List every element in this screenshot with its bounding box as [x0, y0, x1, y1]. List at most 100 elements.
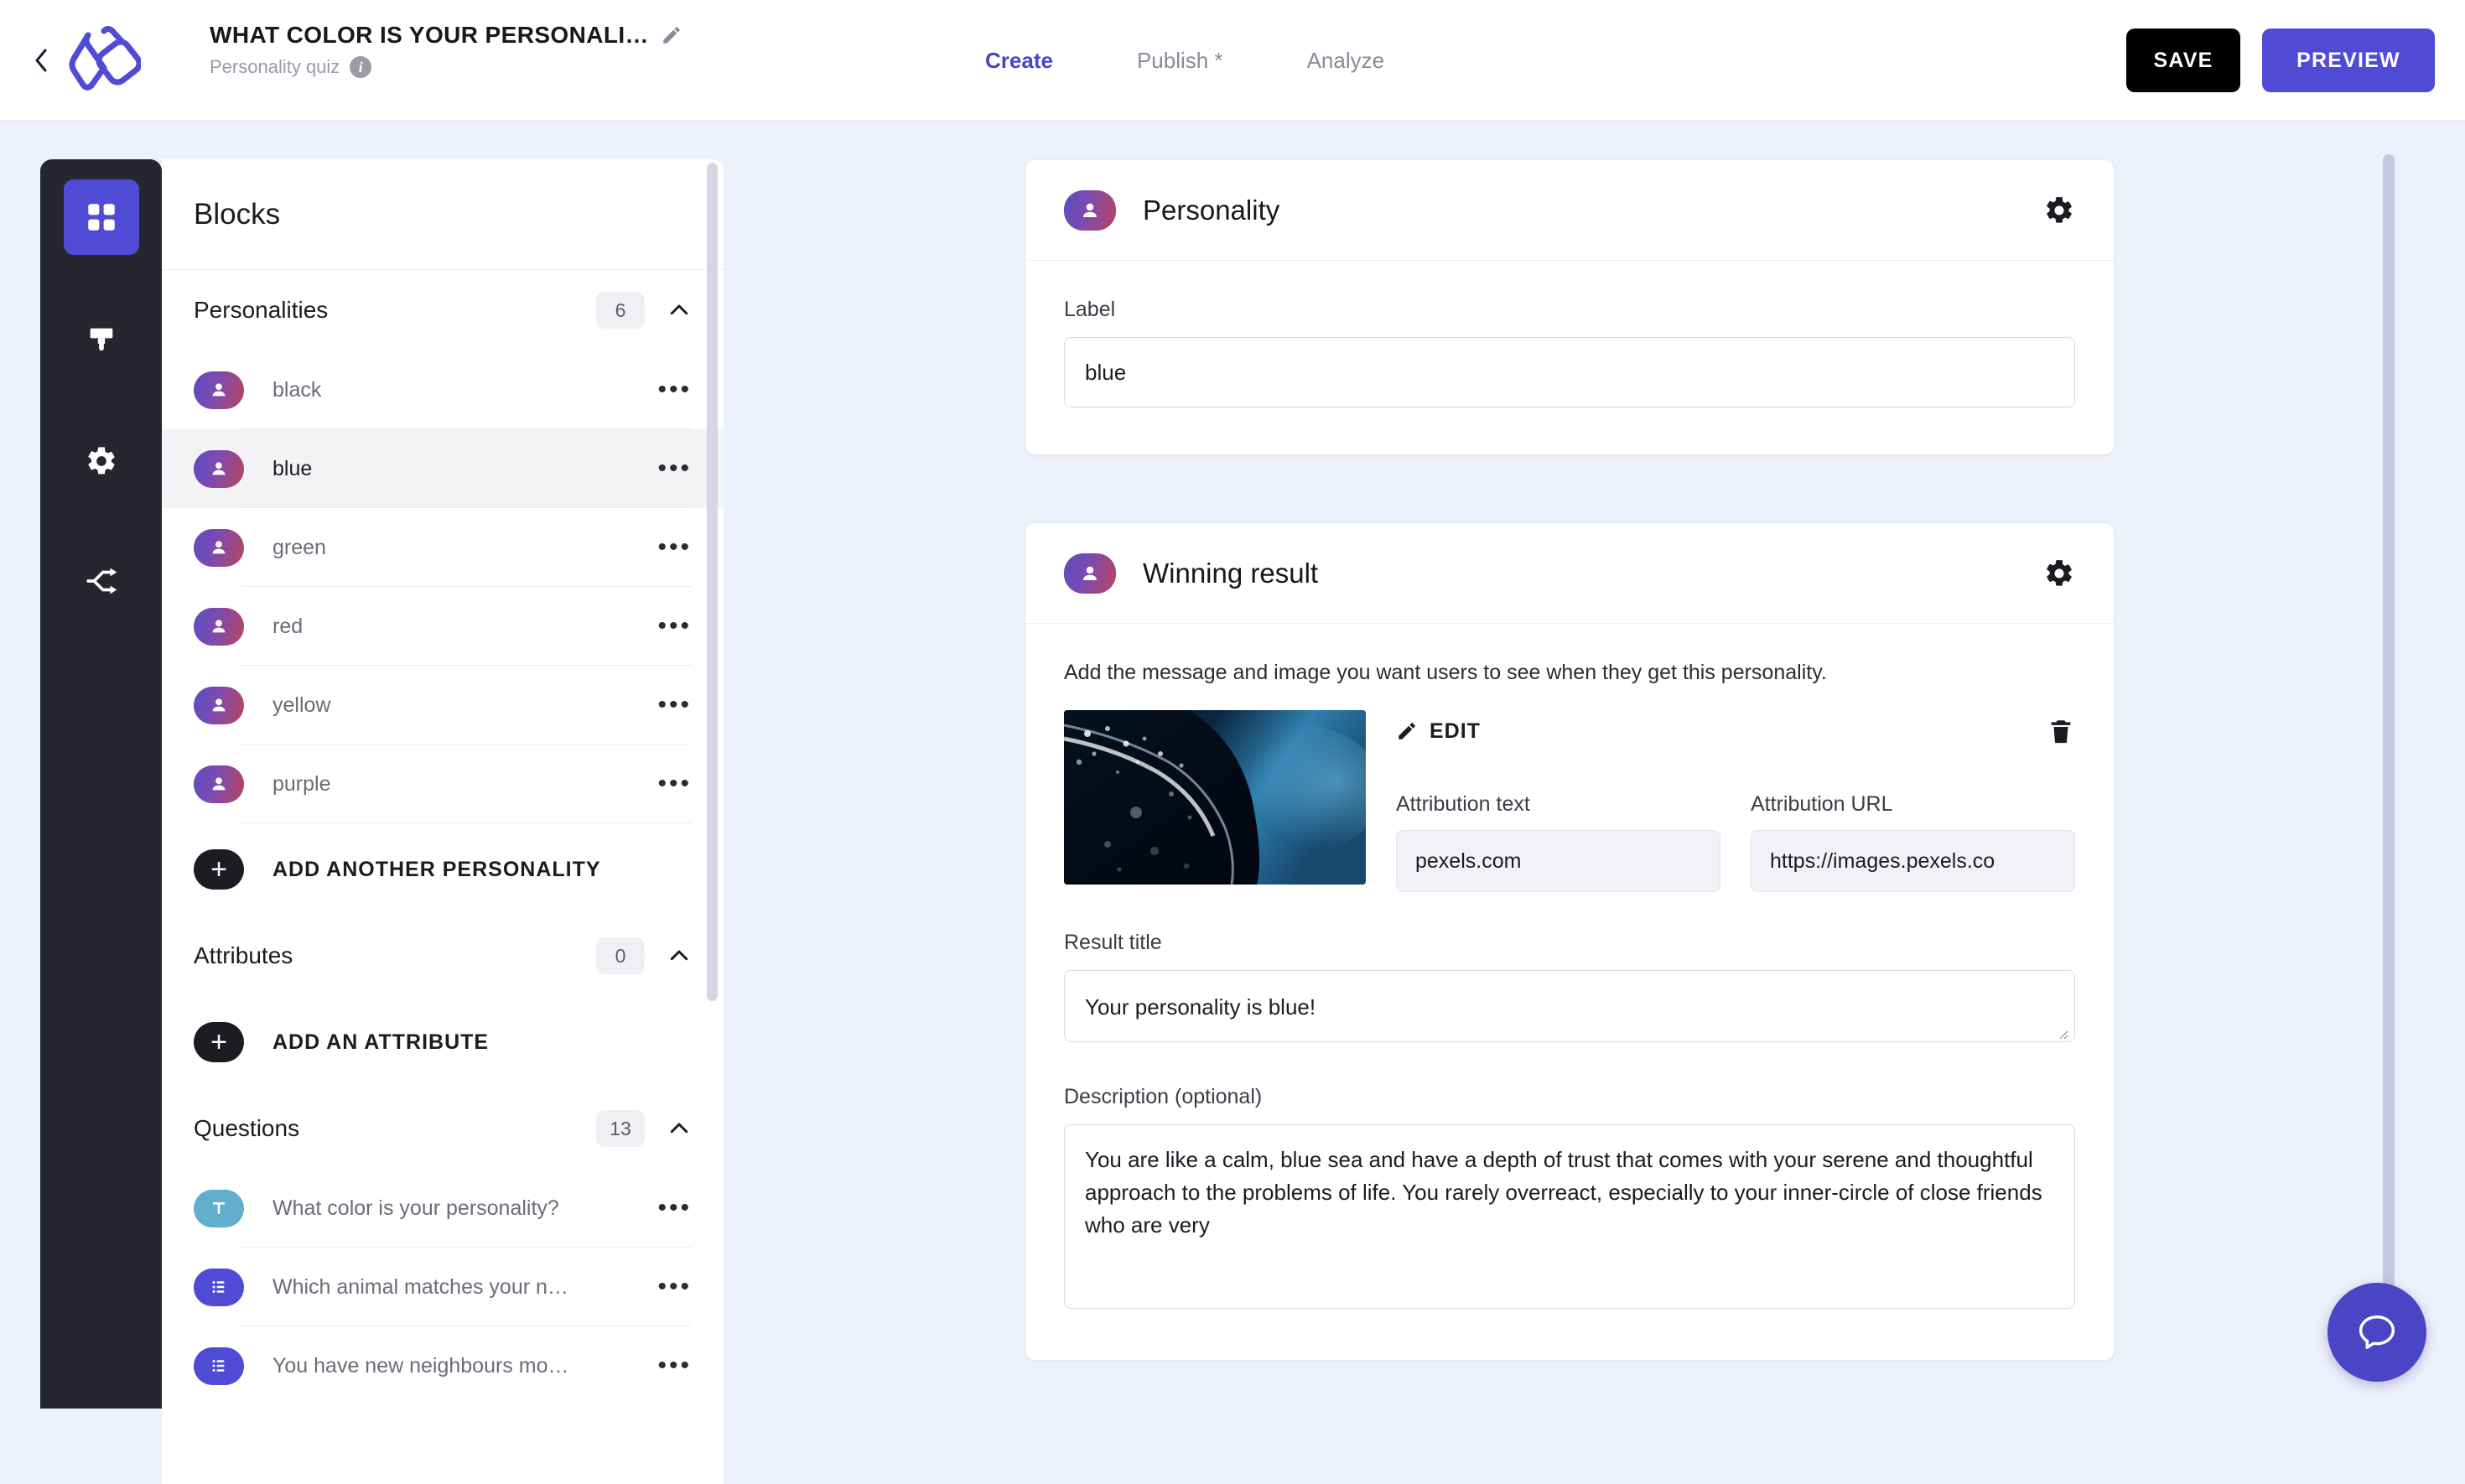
attribution-text-input[interactable] [1396, 830, 1720, 892]
design-brush-icon [90, 328, 113, 351]
personality-avatar-icon [194, 528, 244, 567]
attributes-count-badge: 0 [596, 937, 645, 974]
chevron-up-icon[interactable] [667, 298, 692, 323]
logic-branch-icon [86, 568, 117, 594]
list-item-label: Which animal matches your n… [272, 1274, 568, 1299]
blocks-panel-scrollbar[interactable] [707, 163, 718, 1437]
personality-card-body: Label [1025, 261, 2114, 454]
winning-result-card-body: Add the message and image you want users… [1025, 624, 2114, 1360]
ellipsis-icon[interactable]: ••• [642, 691, 692, 719]
media-row: EDIT Attribution text pexels.com Attribu… [1064, 710, 2075, 892]
ellipsis-icon[interactable]: ••• [642, 376, 692, 404]
questions-count-badge: 13 [596, 1110, 645, 1147]
list-item-label: purple [272, 771, 331, 796]
label-field-label: Label [1064, 298, 1116, 321]
short-text-icon [194, 1189, 244, 1227]
multiple-choice-icon [194, 1268, 244, 1306]
tab-analyze[interactable]: Analyze [1307, 48, 1385, 74]
trash-icon[interactable] [2047, 715, 2075, 747]
blocks-icon [88, 204, 115, 231]
settings-gear-icon [88, 447, 115, 475]
result-title-input[interactable] [1064, 970, 2075, 1042]
add-an-attribute-label: ADD AN ATTRIBUTE [272, 1030, 490, 1054]
personality-avatar-icon [194, 371, 244, 409]
app-header: WHAT COLOR IS YOUR PERSONALI… Personalit… [0, 0, 2465, 121]
list-item-label: yellow [272, 693, 331, 717]
attribution-row: Attribution text Attribution URL [1396, 792, 2075, 892]
app-logo[interactable] [60, 23, 143, 97]
list-item[interactable]: What color is your personality? ••• [162, 1169, 724, 1248]
ellipsis-icon[interactable]: ••• [642, 612, 692, 641]
list-item[interactable]: Which animal matches your n… ••• [162, 1248, 724, 1326]
chat-support-button[interactable] [2327, 1283, 2426, 1382]
attribution-url-label: Attribution URL [1751, 792, 1893, 816]
pencil-icon[interactable] [661, 24, 682, 46]
ellipsis-icon[interactable]: ••• [642, 454, 692, 483]
personality-avatar-icon [194, 607, 244, 646]
sidebar-item-settings[interactable] [64, 423, 139, 499]
sidebar-item-design[interactable] [64, 302, 139, 377]
main-nav: Create Publish * Analyze [985, 0, 1384, 121]
winning-result-card-title: Winning result [1143, 557, 1319, 589]
chat-bubble-icon [2359, 1315, 2395, 1349]
chevron-up-icon[interactable] [667, 943, 692, 968]
section-header-attributes[interactable]: Attributes 0 [162, 916, 724, 996]
info-icon[interactable]: i [350, 56, 372, 78]
ocean-underwater-thumbnail[interactable] [1064, 710, 1366, 885]
save-button[interactable]: SAVE [2126, 29, 2240, 92]
edit-image-label: EDIT [1430, 719, 1481, 743]
tab-create[interactable]: Create [985, 48, 1053, 74]
list-item[interactable]: green ••• [162, 508, 724, 587]
back-button[interactable] [29, 44, 54, 77]
personality-avatar-icon [194, 765, 244, 803]
sidebar-item-logic[interactable] [64, 543, 139, 619]
image-action-row: EDIT [1396, 710, 2075, 752]
section-header-questions[interactable]: Questions 13 [162, 1088, 724, 1169]
personality-card: Personality Label [1025, 159, 2115, 455]
attribution-text-label: Attribution text [1396, 792, 1530, 816]
tab-publish[interactable]: Publish * [1137, 48, 1223, 74]
ellipsis-icon[interactable]: ••• [642, 770, 692, 798]
list-item[interactable]: You have new neighbours mo… ••• [162, 1326, 724, 1405]
add-an-attribute-button[interactable]: + ADD AN ATTRIBUTE [162, 996, 724, 1088]
add-another-personality-button[interactable]: + ADD ANOTHER PERSONALITY [162, 823, 724, 916]
list-item[interactable]: purple ••• [162, 745, 724, 823]
blocks-panel-header: Blocks [162, 159, 724, 270]
list-item[interactable]: black ••• [162, 350, 724, 429]
page-scrollbar[interactable] [2383, 154, 2395, 1387]
blocks-panel: Blocks Personalities 6 black ••• blue ••… [162, 159, 724, 1484]
personality-avatar-icon [1064, 189, 1116, 231]
ellipsis-icon[interactable]: ••• [642, 1352, 692, 1380]
header-actions: SAVE PREVIEW [2126, 0, 2435, 121]
sidebar-item-blocks[interactable] [64, 179, 139, 255]
label-input[interactable] [1064, 337, 2075, 407]
preview-button[interactable]: PREVIEW [2262, 29, 2435, 92]
edit-image-button[interactable]: EDIT [1396, 719, 1481, 744]
attribution-url-input[interactable] [1751, 830, 2075, 892]
ellipsis-icon[interactable]: ••• [642, 1194, 692, 1222]
ellipsis-icon[interactable]: ••• [642, 1273, 692, 1301]
list-item[interactable]: red ••• [162, 587, 724, 666]
list-item-label: blue [272, 456, 313, 480]
description-input[interactable] [1064, 1124, 2075, 1309]
attribution-url-field: Attribution URL [1751, 792, 2075, 892]
plus-icon: + [194, 849, 244, 890]
ellipsis-icon[interactable]: ••• [642, 533, 692, 562]
pencil-icon [1399, 723, 1415, 739]
sidebar-rail [40, 159, 162, 1409]
section-header-personalities[interactable]: Personalities 6 [162, 270, 724, 350]
list-item[interactable]: yellow ••• [162, 666, 724, 745]
gear-icon[interactable] [2043, 195, 2075, 226]
winning-result-card-header: Winning result [1025, 523, 2114, 624]
scrollbar-thumb[interactable] [2383, 154, 2395, 1353]
scrollbar-thumb[interactable] [707, 163, 718, 1001]
row-divider [241, 822, 692, 823]
media-controls: EDIT Attribution text pexels.com Attribu… [1396, 710, 2075, 892]
description-field: Description (optional) [1064, 1085, 2075, 1313]
result-image [1064, 710, 1366, 885]
list-item[interactable]: blue ••• [162, 429, 724, 508]
gear-icon[interactable] [2043, 558, 2075, 589]
list-item-label: red [272, 614, 304, 638]
chevron-left-icon [35, 49, 47, 72]
chevron-up-icon[interactable] [667, 1116, 692, 1141]
